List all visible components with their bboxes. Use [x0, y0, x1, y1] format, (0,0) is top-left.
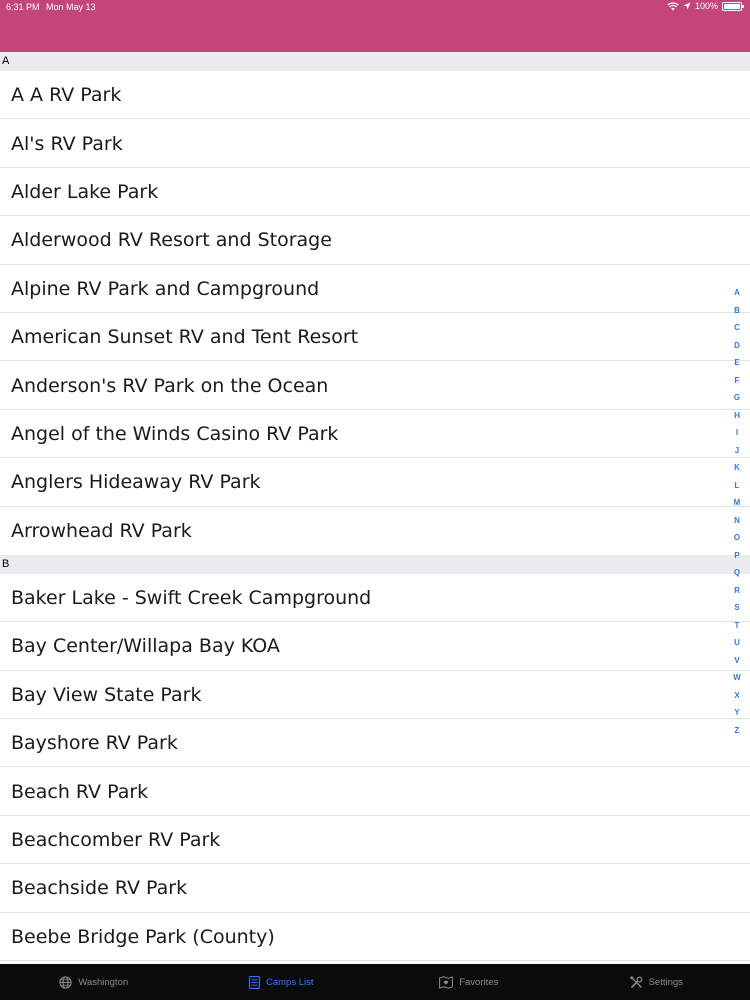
heart-map-icon: [439, 975, 454, 989]
list-item[interactable]: Beebe Bridge Park (County): [0, 912, 750, 962]
tab-label: Settings: [648, 976, 683, 988]
tools-icon: [629, 975, 643, 989]
index-letter-x[interactable]: X: [734, 687, 739, 705]
list-item[interactable]: Al's RV Park: [0, 119, 750, 169]
index-letter-l[interactable]: L: [735, 477, 740, 495]
navigation-bar: [0, 16, 750, 52]
index-letter-i[interactable]: I: [736, 424, 738, 442]
index-letter-y[interactable]: Y: [734, 704, 739, 722]
tab-settings[interactable]: Settings: [563, 964, 750, 1000]
tab-label: Camps List: [265, 976, 314, 988]
status-bar: 6:31 PM Mon May 13 100%: [0, 0, 750, 16]
status-time: 6:31 PM: [6, 2, 40, 12]
list-item[interactable]: Beachcomber RV Park: [0, 815, 750, 865]
tab-bar: Washington Camps List Favorites Settings: [0, 964, 750, 1000]
index-letter-s[interactable]: S: [734, 599, 739, 617]
list-item[interactable]: Bayshore RV Park: [0, 719, 750, 768]
index-letter-r[interactable]: R: [734, 582, 740, 600]
index-letter-n[interactable]: N: [734, 512, 740, 530]
index-letter-k[interactable]: K: [734, 459, 740, 477]
index-letter-d[interactable]: D: [734, 337, 740, 355]
battery-icon: [722, 1, 744, 11]
section-header-b: B: [0, 554, 750, 574]
battery-percent: 100%: [694, 1, 718, 11]
index-letter-c[interactable]: C: [734, 319, 740, 337]
status-date: Mon May 13: [46, 2, 96, 12]
section-index[interactable]: ABCDEFGHIJKLMNOPQRSTUVWXYZ: [730, 284, 744, 739]
list-icon: [249, 975, 260, 989]
list-item[interactable]: Beach RV Park: [0, 767, 750, 817]
index-letter-f[interactable]: F: [735, 372, 740, 390]
section-header-a: A: [0, 52, 750, 71]
list-item[interactable]: Alderwood RV Resort and Storage: [0, 216, 750, 265]
list-item[interactable]: Angel of the Winds Casino RV Park: [0, 409, 750, 459]
index-letter-w[interactable]: W: [733, 669, 741, 687]
list-item[interactable]: Alpine RV Park and Campground: [0, 264, 750, 314]
index-letter-h[interactable]: H: [734, 407, 740, 425]
camps-list[interactable]: A A A RV Park Al's RV Park Alder Lake Pa…: [0, 52, 750, 964]
list-item[interactable]: Alder Lake Park: [0, 167, 750, 217]
list-item[interactable]: A A RV Park: [0, 71, 750, 120]
tab-camps-list[interactable]: Camps List: [188, 964, 376, 1000]
index-letter-p[interactable]: P: [734, 547, 739, 565]
index-letter-g[interactable]: G: [734, 389, 740, 407]
index-letter-t[interactable]: T: [735, 617, 740, 635]
list-item[interactable]: Baker Lake - Swift Creek Campground: [0, 573, 750, 623]
index-letter-b[interactable]: B: [734, 302, 740, 320]
index-letter-a[interactable]: A: [734, 284, 740, 302]
list-item[interactable]: Anderson's RV Park on the Ocean: [0, 361, 750, 411]
wifi-icon: [667, 1, 679, 11]
index-letter-e[interactable]: E: [734, 354, 739, 372]
index-letter-j[interactable]: J: [735, 442, 739, 460]
list-item[interactable]: Bay View State Park: [0, 670, 750, 720]
tab-label: Washington: [78, 976, 129, 988]
tab-favorites[interactable]: Favorites: [375, 964, 563, 1000]
list-item[interactable]: Arrowhead RV Park: [0, 506, 750, 555]
globe-icon: [59, 975, 72, 989]
index-letter-q[interactable]: Q: [734, 564, 740, 582]
index-letter-v[interactable]: V: [734, 652, 739, 670]
location-arrow-icon: [683, 2, 691, 10]
index-letter-o[interactable]: O: [734, 529, 740, 547]
list-item[interactable]: American Sunset RV and Tent Resort: [0, 312, 750, 362]
list-item[interactable]: Anglers Hideaway RV Park: [0, 458, 750, 507]
index-letter-m[interactable]: M: [734, 494, 741, 512]
tab-washington[interactable]: Washington: [0, 964, 188, 1000]
index-letter-u[interactable]: U: [734, 634, 740, 652]
list-item[interactable]: Bay Center/Willapa Bay KOA: [0, 622, 750, 672]
tab-label: Favorites: [459, 976, 499, 988]
status-indicators: 100%: [667, 1, 744, 11]
list-item[interactable]: Beachside RV Park: [0, 864, 750, 914]
index-letter-z[interactable]: Z: [735, 722, 740, 740]
